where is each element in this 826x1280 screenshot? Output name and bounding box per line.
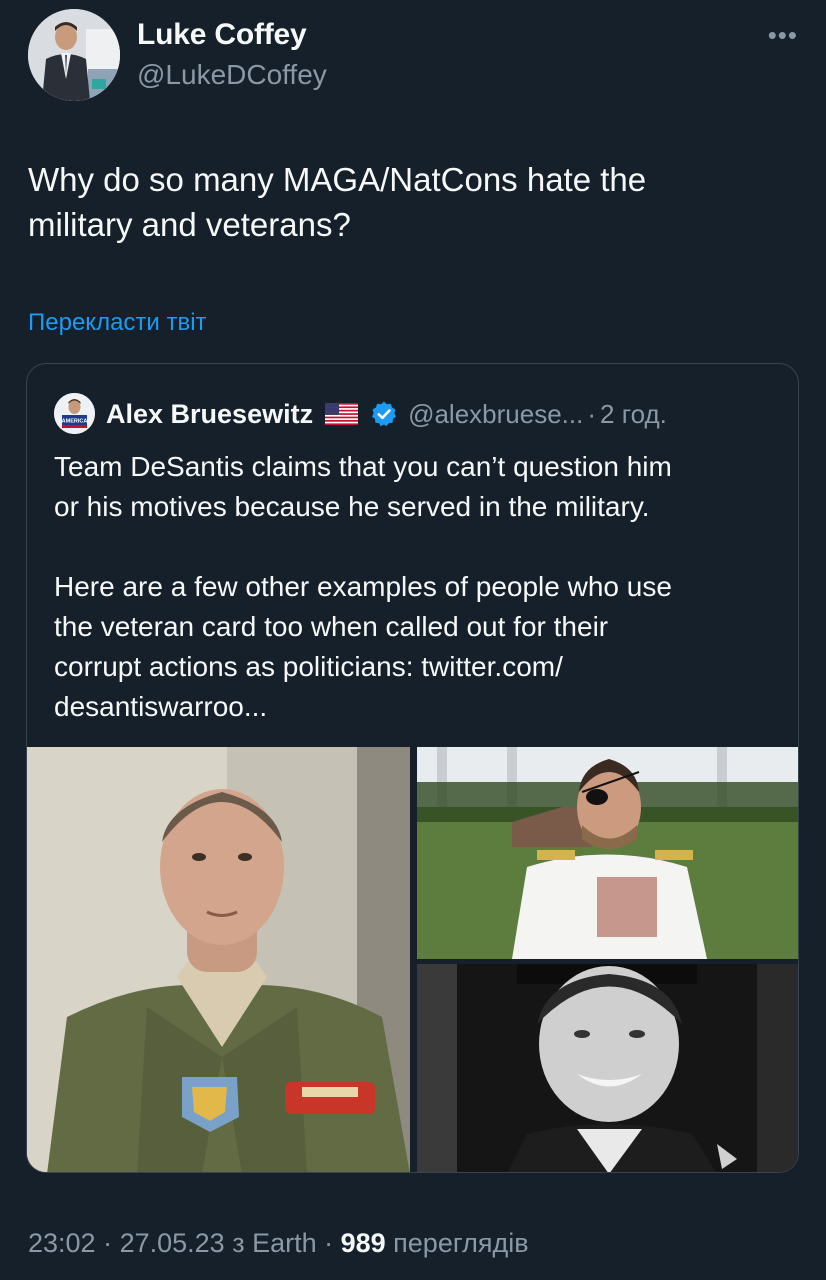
tweet-time[interactable]: 23:02 [28, 1228, 96, 1258]
quoted-avatar-image: AMERICA [54, 393, 95, 434]
tweet-date[interactable]: 27.05.23 [120, 1228, 225, 1258]
photo-bw-portrait [417, 964, 798, 1172]
quoted-tweet-text: Team DeSantis claims that you can’t ques… [54, 451, 672, 722]
quoted-photo-3[interactable] [417, 964, 798, 1172]
quoted-author-name[interactable]: Alex Bruesewitz [106, 399, 313, 430]
us-flag-icon [325, 403, 359, 425]
more-options-icon[interactable]: ••• [768, 20, 798, 51]
quoted-separator: · [587, 398, 597, 429]
quoted-author-handle[interactable]: @alexbruese... [408, 399, 583, 430]
quoted-avatar-text: AMERICA [62, 419, 88, 425]
author-avatar[interactable] [28, 9, 120, 101]
photo-naval-officer [417, 747, 798, 959]
tweet-text: Why do so many MAGA/NatCons hate the mil… [28, 161, 647, 243]
tweet-source: з Earth [224, 1228, 317, 1258]
quoted-photo-1[interactable] [27, 747, 410, 1172]
author-name[interactable]: Luke Coffey [137, 18, 307, 52]
quoted-tweet[interactable]: AMERICA Alex Bruesewitz @alexbruese... ·… [26, 363, 799, 1173]
translate-tweet-link[interactable]: Перекласти твіт [28, 309, 207, 337]
author-avatar-image [28, 9, 120, 101]
verified-badge-icon [372, 401, 397, 427]
quoted-author-avatar[interactable]: AMERICA [54, 393, 95, 434]
meta-separator: · [95, 1228, 120, 1258]
quoted-header: Alex Bruesewitz @alexbruese... · 2 год. [106, 394, 667, 434]
author-handle[interactable]: @LukeDCoffey [137, 59, 327, 91]
views-count[interactable]: 989 [341, 1228, 386, 1258]
views-label: переглядів [385, 1228, 529, 1258]
meta-separator: · [316, 1228, 341, 1258]
tweet-meta: 23:02 · 27.05.23 з Earth · 989 перегляді… [28, 1228, 529, 1259]
photo-flight-suit-man [27, 747, 410, 1172]
quoted-timestamp[interactable]: 2 год. [600, 399, 667, 430]
quoted-photo-2[interactable] [417, 747, 798, 959]
